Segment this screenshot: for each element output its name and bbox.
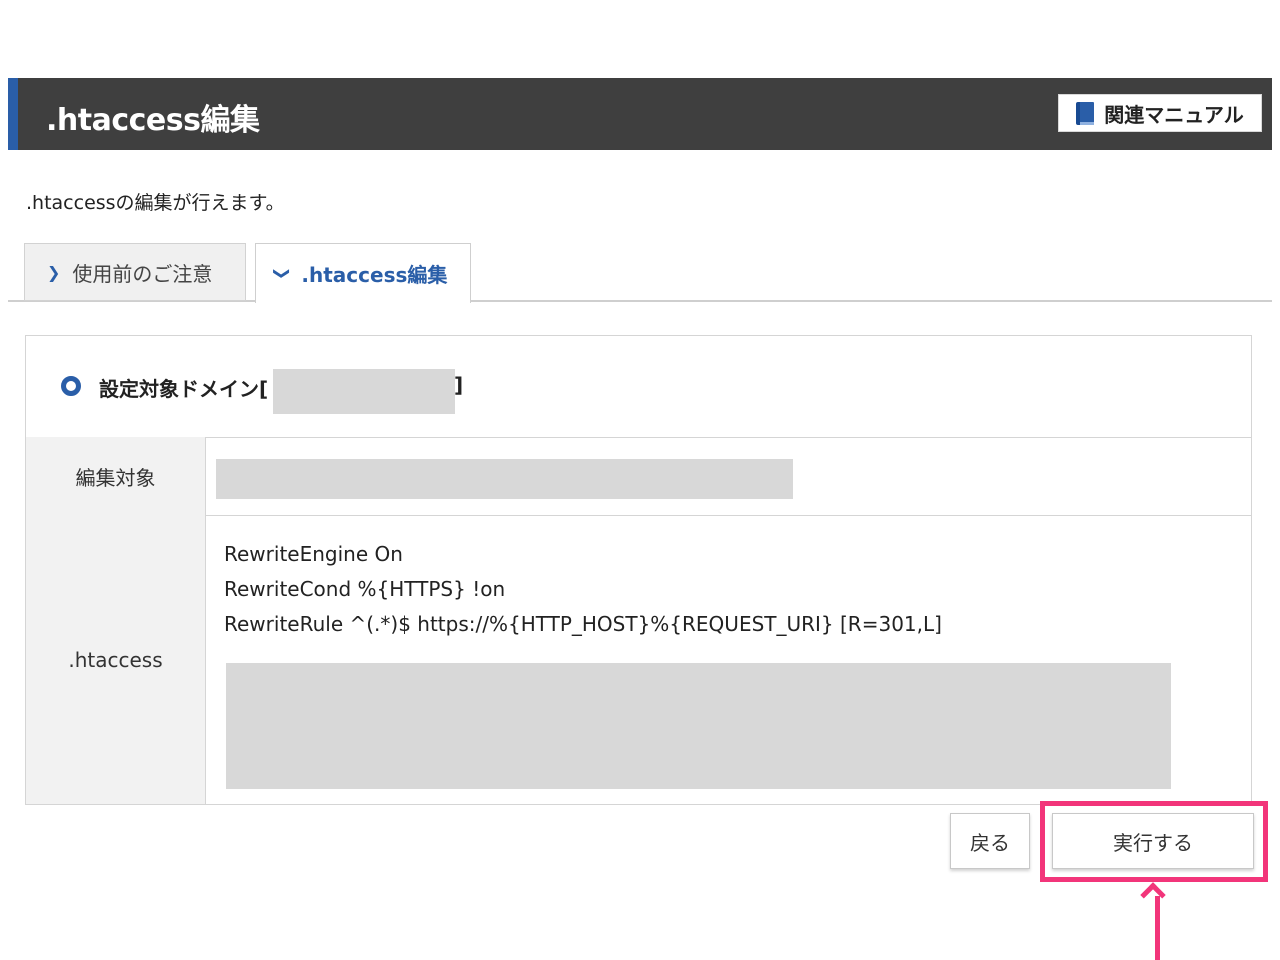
page-title: .htaccess編集	[46, 103, 260, 138]
tab-label: .htaccess編集	[301, 263, 448, 287]
back-button[interactable]: 戻る	[950, 813, 1030, 869]
tab-usage-notes[interactable]: ❯ 使用前のご注意	[24, 243, 246, 301]
htaccess-row: .htaccess RewriteEngine On RewriteCond %{…	[26, 515, 1251, 804]
chevron-right-icon: ❯	[47, 262, 61, 282]
circle-bullet-icon	[61, 376, 81, 396]
related-manual-label: 関連マニュアル	[1104, 102, 1244, 127]
edit-target-row: 編集対象	[26, 437, 1251, 516]
domain-bracket-close: ]	[454, 373, 464, 397]
code-line: RewriteCond %{HTTPS} !on	[224, 577, 506, 601]
domain-row: 設定対象ドメイン[ ]	[26, 336, 1251, 438]
code-line: RewriteEngine On	[224, 542, 403, 566]
tab-htaccess-edit[interactable]: ❯ .htaccess編集	[255, 243, 471, 303]
edit-target-value-redacted	[216, 459, 793, 499]
page-header: .htaccess編集 関連マニュアル	[8, 78, 1272, 150]
arrow-up-icon	[1140, 882, 1166, 908]
intro-text: .htaccessの編集が行えます。	[26, 192, 285, 214]
arrow-shaft	[1155, 896, 1160, 960]
code-line: RewriteRule ^(.*)$ https://%{HTTP_HOST}%…	[224, 612, 942, 636]
related-manual-button[interactable]: 関連マニュアル	[1058, 94, 1262, 132]
settings-panel: 設定対象ドメイン[ ] 編集対象 .htaccess RewriteEngine…	[25, 335, 1252, 805]
edit-target-label: 編集対象	[26, 437, 206, 515]
execute-button[interactable]: 実行する	[1052, 813, 1254, 869]
domain-label: 設定対象ドメイン[	[99, 377, 269, 401]
htaccess-content-redacted	[226, 663, 1171, 789]
domain-value-redacted	[273, 369, 455, 414]
book-icon	[1076, 101, 1095, 125]
htaccess-label: .htaccess	[26, 515, 206, 804]
tab-label: 使用前のご注意	[72, 261, 213, 286]
chevron-down-icon: ❯	[273, 266, 293, 281]
htaccess-editor[interactable]: RewriteEngine On RewriteCond %{HTTPS} !on…	[224, 537, 942, 642]
